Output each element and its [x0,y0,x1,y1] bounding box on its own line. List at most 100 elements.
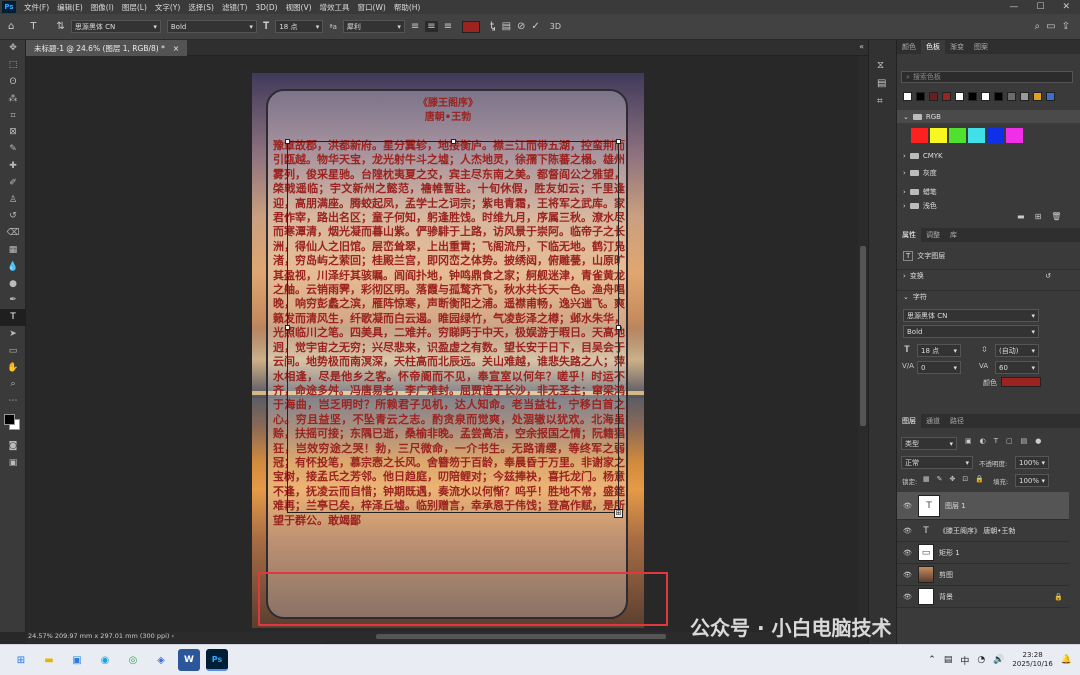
recent-swatch[interactable] [981,92,990,101]
visibility-eye-icon[interactable]: 👁 [903,527,913,535]
workspace-icon[interactable]: ▭ [1046,21,1055,32]
photoshop-taskbar-icon[interactable]: Ps [206,649,228,671]
font-family-select[interactable]: 思源黑体 CN ▾ [70,20,161,33]
blend-mode-select[interactable]: 正常 ▾ [901,456,973,469]
file-explorer-icon[interactable]: ▬ [38,649,60,671]
tab-swatches[interactable]: 色板 [921,40,945,54]
recent-swatch[interactable] [903,92,912,101]
text-color-swatch[interactable] [462,20,481,33]
poem-text-layer[interactable]: 豫章故郡，洪都新府。星分翼轸，地接衡庐。襟三江而带五湖，控蛮荆而引瓯越。物华天宝… [273,139,625,528]
swatch-group-rgb[interactable]: ⌄ RGB [897,110,1080,123]
layer-row[interactable]: 👁 T 图层 1 [897,492,1069,520]
swatch-group-cmyk[interactable]: › CMYK [897,149,943,162]
shape-filter-icon[interactable]: ▢ [1006,437,1013,445]
tab-paths[interactable]: 路径 [945,414,969,428]
windows-start-icon[interactable]: ⊞ [10,649,32,671]
tray-overflow-icon[interactable]: ⌃ [928,655,936,665]
shape-tool-icon[interactable]: ▭ [0,342,26,359]
tab-gradients[interactable]: 渐变 [945,40,969,54]
recent-swatch[interactable] [916,92,925,101]
tab-patterns[interactable]: 图案 [969,40,993,54]
close-tab-icon[interactable]: × [173,44,179,53]
actions-panel-icon[interactable]: ⌗ [877,96,883,107]
vertical-scrollbar[interactable] [858,56,868,632]
tab-properties[interactable]: 属性 [897,228,921,242]
menu-view[interactable]: 视图(V) [282,2,316,13]
minimize-button[interactable]: — [1009,2,1018,12]
swatch-group-light[interactable]: › 浅色 [897,202,937,209]
type-tool-preset-icon[interactable]: T [30,21,36,32]
align-left-icon[interactable]: ≡ [411,21,419,32]
close-window-button[interactable]: ✕ [1062,2,1070,12]
menu-edit[interactable]: 编辑(E) [53,2,87,13]
font-style-select[interactable]: Bold ▾ [166,20,257,33]
brush-tool-icon[interactable]: ✐ [0,174,26,191]
rgb-swatch[interactable] [987,128,1004,143]
menu-file[interactable]: 文件(F) [20,2,53,13]
align-center-icon[interactable]: ≡ [425,21,438,32]
swatch-group-gray[interactable]: › 灰度 [897,166,937,179]
prop-font-style-select[interactable]: Bold ▾ [903,325,1039,338]
lock-move-icon[interactable]: ✥ [950,475,956,483]
character-panel-icon[interactable]: ▤ [502,21,511,32]
rgb-swatch[interactable] [968,128,985,143]
orientation-toggle-icon[interactable]: ⇅ [56,21,64,32]
prop-leading-select[interactable]: (自动) ▾ [995,344,1039,357]
crop-tool-icon[interactable]: ⌗ [0,107,26,124]
healing-tool-icon[interactable]: ✚ [0,158,26,175]
tab-layers[interactable]: 图层 [897,414,921,428]
home-icon[interactable]: ⌂ [8,21,14,32]
menu-window[interactable]: 窗口(W) [354,2,390,13]
smart-filter-icon[interactable]: ▤ [1021,437,1028,445]
menu-plugins[interactable]: 增效工具 [316,2,354,13]
tray-app-icon[interactable]: ▤ [944,655,953,665]
gradient-tool-icon[interactable]: ▦ [0,242,26,259]
frame-tool-icon[interactable]: ⊠ [0,124,26,141]
3d-button[interactable]: 3D [550,22,561,31]
history-panel-icon[interactable]: ⧖ [877,60,884,71]
menu-filter[interactable]: 滤镜(T) [218,2,251,13]
lock-paint-icon[interactable]: ✎ [937,475,943,483]
align-right-icon[interactable]: ≡ [444,21,452,32]
antialias-select[interactable]: 犀利 ▾ [342,20,405,33]
swatch-group-pastel[interactable]: › 蜡笔 [897,185,937,198]
rgb-swatch[interactable] [930,128,947,143]
visibility-eye-icon[interactable]: 👁 [903,571,913,579]
rgb-swatch[interactable] [911,128,928,143]
layer-row[interactable]: 👁 T 《滕王阁序》 唐朝•王勃 [897,520,1069,542]
recent-swatch[interactable] [968,92,977,101]
dodge-tool-icon[interactable]: ● [0,275,26,292]
reset-icon[interactable]: ↺ [1045,272,1051,280]
visibility-eye-icon[interactable]: 👁 [903,502,913,510]
new-swatch-icon[interactable]: ⊞ [1035,212,1042,221]
menu-3d[interactable]: 3D(D) [251,3,281,12]
prop-color-swatch[interactable] [1001,377,1041,387]
layer-filter-select[interactable]: 类型 ▾ [901,437,957,450]
layer-row[interactable]: 👁 ▦ 剪图 [897,564,1069,586]
marquee-tool-icon[interactable]: ⬚ [0,57,26,74]
lock-pixels-icon[interactable]: ▦ [923,475,930,483]
lasso-tool-icon[interactable]: ʘ [0,74,26,91]
quick-select-tool-icon[interactable]: ⁂ [0,90,26,107]
menu-image[interactable]: 图像(I) [87,2,118,13]
chrome-icon[interactable]: ◎ [122,649,144,671]
zoom-tool-icon[interactable]: ⌕ [0,376,26,393]
type-filter-icon[interactable]: T [994,437,998,445]
visibility-eye-icon[interactable]: 👁 [903,549,913,557]
opacity-input[interactable]: 100% ▾ [1015,456,1049,469]
recent-swatch[interactable] [929,92,938,101]
prop-font-family-select[interactable]: 思源黑体 CN ▾ [903,309,1039,322]
lock-artboard-icon[interactable]: ⊡ [962,475,968,483]
cancel-icon[interactable]: ⊘ [517,21,525,32]
photos-icon[interactable]: ▣ [66,649,88,671]
tab-channels[interactable]: 通道 [921,414,945,428]
layer-row[interactable]: 👁 背景 🔒 [897,586,1069,608]
lock-all-icon[interactable]: 🔒 [975,475,984,483]
edge-browser-icon[interactable]: ◉ [94,649,116,671]
history-brush-icon[interactable]: ↺ [0,208,26,225]
type-tool-icon[interactable]: T [0,308,26,326]
color-swatches-icon[interactable] [0,410,26,438]
network-icon[interactable]: ◔ [977,655,985,665]
tab-libraries[interactable]: 库 [945,228,962,242]
tab-color[interactable]: 颜色 [897,40,921,54]
